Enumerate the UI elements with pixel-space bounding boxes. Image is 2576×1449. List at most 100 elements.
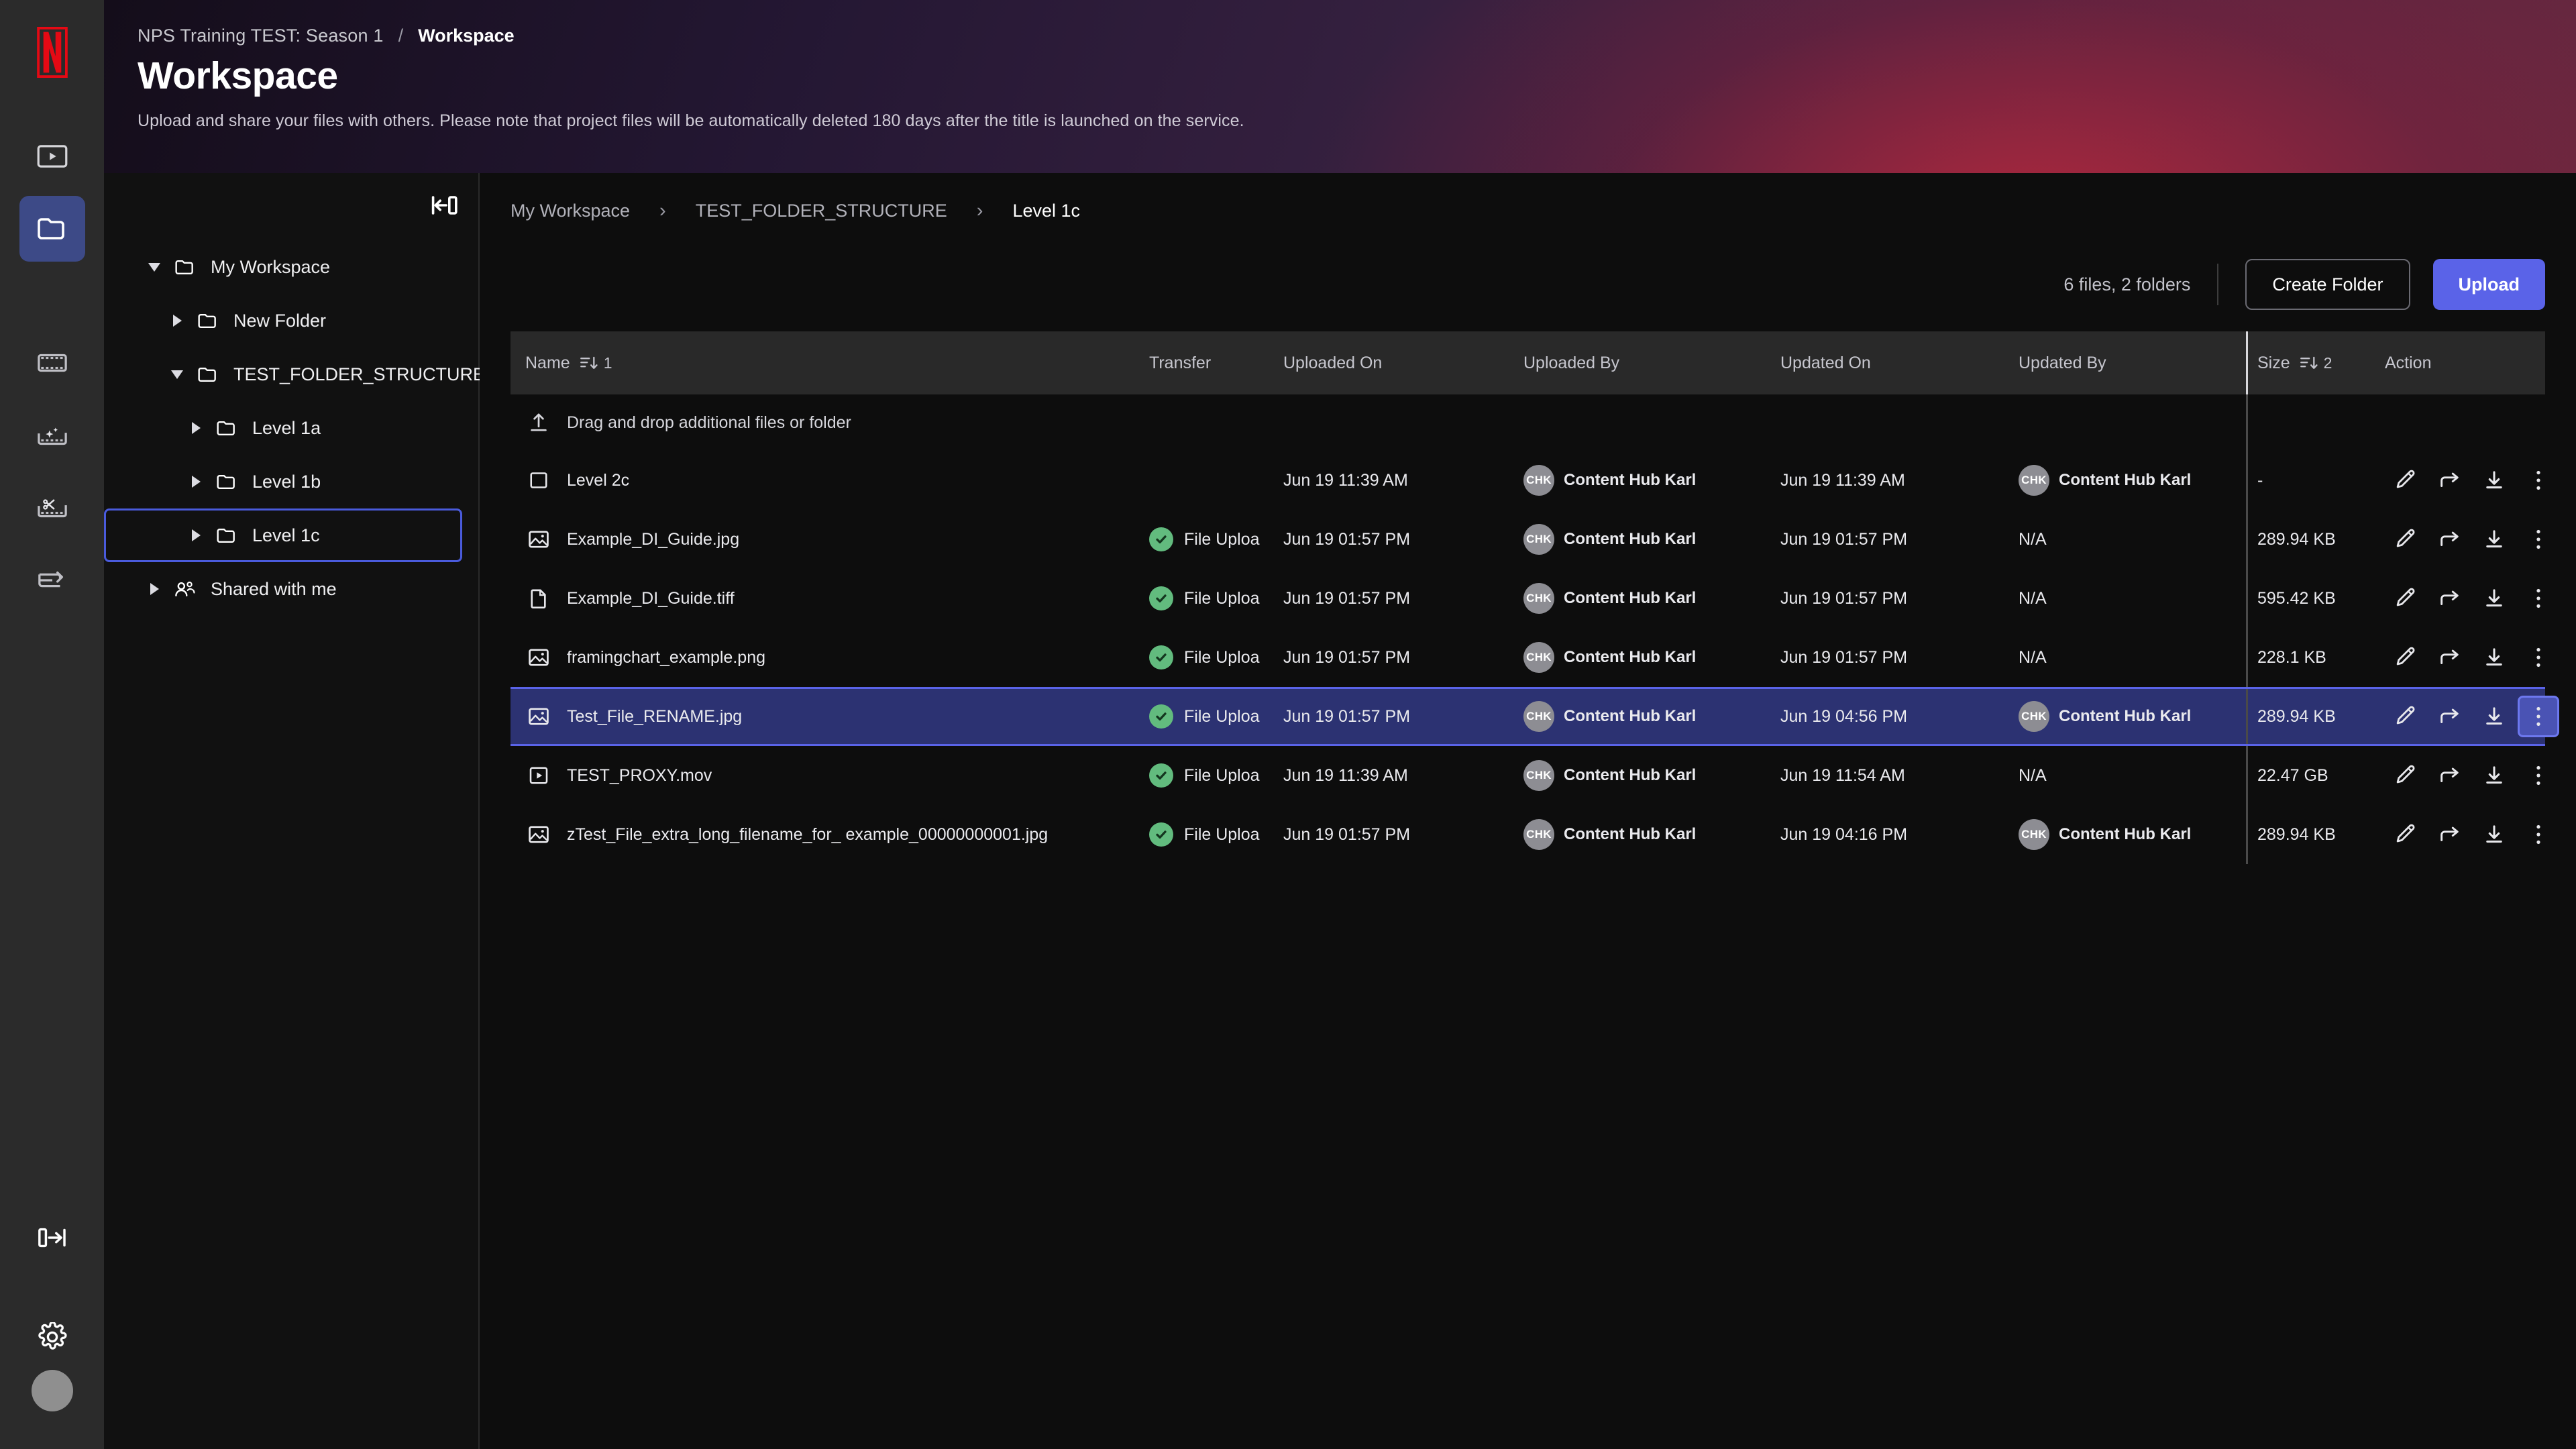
download-action[interactable] [2473, 755, 2515, 796]
breadcrumb-project[interactable]: NPS Training TEST: Season 1 [138, 25, 384, 46]
tree-caret[interactable] [181, 422, 211, 434]
tree-caret[interactable] [181, 476, 211, 488]
rail-item-player[interactable] [19, 123, 85, 189]
share-arrow-icon [2438, 766, 2461, 785]
image-icon [525, 647, 552, 667]
column-header-updated-on[interactable]: Updated On [1780, 354, 2019, 373]
table-row[interactable]: zTest_File_extra_long_filename_for_ exam… [511, 805, 2545, 864]
breadcrumb-item-0[interactable]: My Workspace [511, 201, 630, 221]
status-check-icon [1149, 704, 1173, 729]
share-action[interactable] [2429, 578, 2471, 619]
download-action[interactable] [2473, 696, 2515, 737]
column-header-uploaded-by[interactable]: Uploaded By [1523, 354, 1780, 373]
pencil-icon [2394, 705, 2417, 728]
table-row[interactable]: TEST_PROXY.mov File Uploa Jun 19 11:39 A… [511, 746, 2545, 805]
cell-name[interactable]: Example_DI_Guide.jpg [511, 529, 1149, 549]
table-row[interactable]: Level 2c Jun 19 11:39 AM CHK Content Hub… [511, 451, 2545, 510]
rail-item-transfers[interactable] [19, 547, 85, 613]
download-action[interactable] [2473, 460, 2515, 501]
edit-action[interactable] [2385, 696, 2426, 737]
edit-action[interactable] [2385, 460, 2426, 501]
tree-caret[interactable] [140, 262, 169, 272]
netflix-logo[interactable] [32, 25, 72, 79]
download-action[interactable] [2473, 637, 2515, 678]
tree-item-label: Level 1a [252, 417, 321, 438]
table-body: Level 2c Jun 19 11:39 AM CHK Content Hub… [511, 451, 2559, 864]
tree-item-shared-with-me[interactable]: Shared with me [104, 562, 462, 616]
column-header-updated-by[interactable]: Updated By [2019, 354, 2237, 373]
user-avatar[interactable] [31, 1370, 73, 1411]
column-header-size[interactable]: Size 2 [2237, 354, 2385, 373]
share-action[interactable] [2429, 696, 2471, 737]
column-header-uploaded-on[interactable]: Uploaded On [1283, 354, 1523, 373]
rail-item-assets[interactable] [19, 330, 85, 396]
edit-action[interactable] [2385, 578, 2426, 619]
tree-caret[interactable] [162, 370, 192, 379]
edit-action[interactable] [2385, 814, 2426, 855]
rail-expand-button[interactable] [19, 1205, 85, 1271]
cell-updated-by: N/A [2019, 589, 2237, 608]
collapse-panel-button[interactable] [426, 186, 464, 224]
share-action[interactable] [2429, 637, 2471, 678]
edit-action[interactable] [2385, 519, 2426, 560]
tree-item-level-1b[interactable]: Level 1b [104, 455, 462, 508]
cell-name[interactable]: Test_File_RENAME.jpg [511, 706, 1149, 727]
upload-button[interactable]: Upload [2432, 259, 2545, 310]
tree-item-level-1a[interactable]: Level 1a [104, 401, 462, 455]
more-action[interactable] [2518, 637, 2559, 678]
page-subtitle: Upload and share your files with others.… [138, 111, 1244, 130]
download-action[interactable] [2473, 578, 2515, 619]
rail-item-workspace[interactable] [19, 196, 85, 262]
rail-item-editor[interactable] [19, 475, 85, 541]
cell-uploaded-on: Jun 19 01:57 PM [1283, 824, 1411, 844]
share-action[interactable] [2429, 460, 2471, 501]
rail-item-enhance[interactable] [19, 402, 85, 468]
share-arrow-icon [2438, 530, 2461, 549]
sort-order-name: 1 [603, 354, 612, 372]
cell-name[interactable]: zTest_File_extra_long_filename_for_ exam… [511, 824, 1149, 845]
download-action[interactable] [2473, 814, 2515, 855]
table-row[interactable]: Example_DI_Guide.jpg File Uploa Jun 19 0… [511, 510, 2545, 569]
tree-item-my-workspace[interactable]: My Workspace [104, 240, 462, 294]
tree-item-level-1c[interactable]: Level 1c [104, 508, 462, 562]
updated-by-name: Content Hub Karl [2059, 707, 2192, 725]
column-header-transfer[interactable]: Transfer [1149, 354, 1283, 373]
breadcrumb-item-1[interactable]: TEST_FOLDER_STRUCTURE [696, 201, 947, 221]
table-row[interactable]: framingchart_example.png File Uploa Jun … [511, 628, 2545, 687]
more-action[interactable] [2518, 696, 2559, 737]
cell-updated-on: Jun 19 11:54 AM [1780, 765, 1905, 785]
share-arrow-icon [2438, 589, 2461, 608]
table-row[interactable]: Example_DI_Guide.tiff File Uploa Jun 19 … [511, 569, 2545, 628]
tree-item-test-folder-structure[interactable]: TEST_FOLDER_STRUCTURE [104, 347, 485, 401]
column-header-name[interactable]: Name 1 [511, 354, 1149, 373]
cell-name[interactable]: framingchart_example.png [511, 647, 1149, 667]
more-action[interactable] [2518, 519, 2559, 560]
share-action[interactable] [2429, 755, 2471, 796]
download-action[interactable] [2473, 519, 2515, 560]
cell-name[interactable]: TEST_PROXY.mov [511, 765, 1149, 786]
more-action[interactable] [2518, 755, 2559, 796]
uploaded-by-name: Content Hub Karl [1564, 530, 1697, 548]
edit-action[interactable] [2385, 637, 2426, 678]
cell-name[interactable]: Example_DI_Guide.tiff [511, 588, 1149, 609]
tree-caret[interactable] [140, 583, 169, 595]
tree-caret[interactable] [181, 529, 211, 541]
transfer-status-label: File Uploa [1184, 765, 1260, 785]
folder-icon [169, 258, 201, 276]
create-folder-button[interactable]: Create Folder [2245, 259, 2410, 310]
share-action[interactable] [2429, 814, 2471, 855]
tree-item-new-folder[interactable]: New Folder [104, 294, 462, 347]
more-action[interactable] [2518, 460, 2559, 501]
rail-settings-button[interactable] [19, 1304, 85, 1370]
cell-name[interactable]: Level 2c [511, 470, 1149, 490]
dropzone-row[interactable]: Drag and drop additional files or folder [511, 394, 2545, 451]
column-divider [2246, 451, 2248, 510]
more-action[interactable] [2518, 814, 2559, 855]
edit-action[interactable] [2385, 755, 2426, 796]
tree-caret[interactable] [162, 315, 192, 327]
cell-actions [2385, 637, 2562, 678]
table-row[interactable]: Test_File_RENAME.jpg File Uploa Jun 19 0… [511, 687, 2559, 746]
folder-icon [211, 419, 243, 437]
share-action[interactable] [2429, 519, 2471, 560]
more-action[interactable] [2518, 578, 2559, 619]
